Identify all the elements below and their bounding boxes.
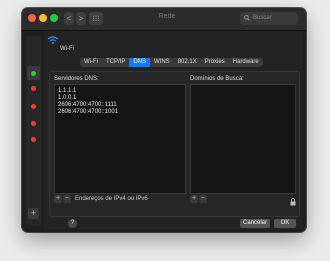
tab-dns[interactable]: DNS bbox=[129, 58, 151, 67]
dns-servers-list[interactable]: 1.1.1.1 1.0.0.1 2606:4700:4700::1111 260… bbox=[54, 84, 186, 194]
tab-hardware[interactable]: Hardware bbox=[229, 58, 263, 67]
window-title: Rede bbox=[158, 13, 176, 20]
search-placeholder: Buscar bbox=[253, 15, 272, 21]
dns-server-entry[interactable]: 1.0.0.1 bbox=[55, 95, 185, 102]
tab-wins[interactable]: WINS bbox=[150, 58, 174, 67]
show-all-grid-button[interactable]: ⁝⁝⁝ bbox=[89, 12, 103, 25]
back-button[interactable]: < bbox=[64, 12, 74, 25]
add-dns-server-button[interactable]: + bbox=[54, 195, 62, 203]
dns-server-entry[interactable]: 2606:4700:4700::1111 bbox=[55, 102, 185, 109]
search-domains-label: Domínios de Busca: bbox=[190, 76, 244, 82]
title-bar: < > ⁝⁝⁝ Rede Buscar bbox=[22, 8, 306, 31]
status-disconnected-icon bbox=[31, 137, 36, 142]
service-list-sidebar: + bbox=[26, 36, 41, 226]
tab-8021x[interactable]: 802.1X bbox=[174, 58, 201, 67]
dns-server-entry[interactable]: 2606:4700:4700::1001 bbox=[55, 109, 185, 116]
close-button[interactable] bbox=[28, 14, 36, 22]
zoom-button[interactable] bbox=[50, 14, 58, 22]
status-disconnected-icon bbox=[31, 121, 36, 126]
remove-search-domain-button[interactable]: − bbox=[199, 195, 207, 203]
tab-wifi[interactable]: Wi-Fi bbox=[80, 58, 102, 67]
network-preferences-window: < > ⁝⁝⁝ Rede Buscar + Wi-Fi Wi-Fi TCP/IP… bbox=[22, 8, 306, 232]
address-type-hint: Endereços de IPv4 ou IPv6 bbox=[75, 196, 148, 202]
dns-server-entry[interactable]: 1.1.1.1 bbox=[55, 88, 185, 95]
settings-tabs: Wi-Fi TCP/IP DNS WINS 802.1X Proxies Har… bbox=[80, 58, 263, 67]
search-domains-list[interactable] bbox=[190, 84, 296, 194]
search-icon bbox=[244, 15, 250, 21]
cancel-button[interactable]: Cancelar bbox=[240, 219, 270, 228]
tab-proxies[interactable]: Proxies bbox=[201, 58, 229, 67]
add-search-domain-button[interactable]: + bbox=[190, 195, 198, 203]
wifi-icon bbox=[47, 36, 59, 45]
status-connected-icon bbox=[31, 71, 36, 76]
tab-tcpip[interactable]: TCP/IP bbox=[102, 58, 129, 67]
forward-button[interactable]: > bbox=[76, 12, 86, 25]
status-disconnected-icon bbox=[31, 104, 36, 109]
search-field[interactable]: Buscar bbox=[240, 12, 298, 25]
lock-icon[interactable] bbox=[290, 198, 296, 206]
right-edge-controls bbox=[290, 38, 296, 228]
interface-name: Wi-Fi bbox=[60, 46, 74, 52]
dns-servers-label: Servidores DNS: bbox=[54, 76, 99, 82]
help-button[interactable]: ? bbox=[68, 219, 77, 228]
advanced-settings-sheet: Wi-Fi Wi-Fi TCP/IP DNS WINS 802.1X Proxi… bbox=[44, 31, 302, 229]
status-disconnected-icon bbox=[31, 86, 36, 91]
minimize-button[interactable] bbox=[39, 14, 47, 22]
add-service-button[interactable]: + bbox=[28, 208, 39, 219]
remove-dns-server-button[interactable]: − bbox=[63, 195, 71, 203]
